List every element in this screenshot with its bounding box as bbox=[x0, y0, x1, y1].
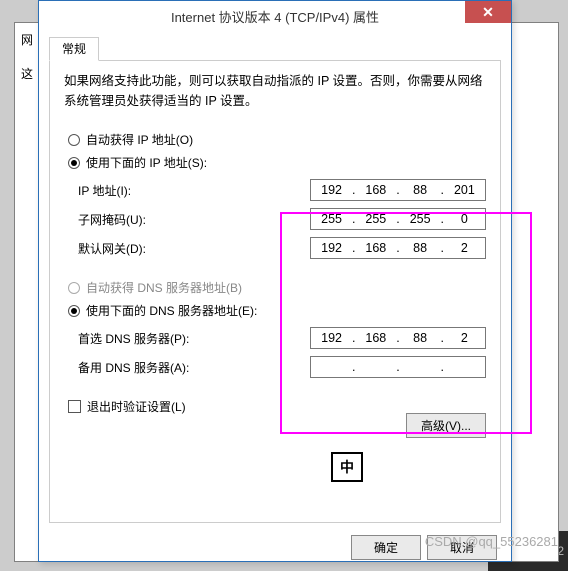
radio-manual-ip[interactable] bbox=[68, 157, 80, 169]
dns-radio-group: 自动获得 DNS 服务器地址(B) 使用下面的 DNS 服务器地址(E): bbox=[68, 279, 486, 319]
ip-seg[interactable]: 192 bbox=[315, 331, 349, 345]
ime-indicator[interactable]: 中 bbox=[331, 452, 363, 482]
ip-seg[interactable]: 0 bbox=[447, 212, 481, 226]
radio-auto-dns-label: 自动获得 DNS 服务器地址(B) bbox=[86, 279, 242, 296]
alternate-dns-input[interactable]: . . . bbox=[310, 356, 486, 378]
preferred-dns-label: 首选 DNS 服务器(P): bbox=[78, 330, 310, 347]
description-text: 如果网络支持此功能，则可以获取自动指派的 IP 设置。否则，你需要从网络系统管理… bbox=[64, 71, 486, 111]
radio-auto-ip-row[interactable]: 自动获得 IP 地址(O) bbox=[68, 131, 486, 148]
parent-text-marker: 这 bbox=[21, 65, 33, 82]
validate-checkbox[interactable] bbox=[68, 400, 81, 413]
ok-button[interactable]: 确定 bbox=[351, 535, 421, 560]
ip-seg[interactable]: 168 bbox=[359, 183, 393, 197]
gateway-label: 默认网关(D): bbox=[78, 240, 310, 257]
radio-auto-ip-label: 自动获得 IP 地址(O) bbox=[86, 131, 193, 148]
close-button[interactable]: ✕ bbox=[465, 1, 511, 23]
preferred-dns-input[interactable]: 192. 168. 88. 2 bbox=[310, 327, 486, 349]
radio-manual-ip-label: 使用下面的 IP 地址(S): bbox=[86, 154, 207, 171]
radio-manual-dns-row[interactable]: 使用下面的 DNS 服务器地址(E): bbox=[68, 302, 486, 319]
dialog-content: 常规 如果网络支持此功能，则可以获取自动指派的 IP 设置。否则，你需要从网络系… bbox=[39, 31, 511, 531]
ip-seg[interactable]: 88 bbox=[403, 241, 437, 255]
ip-radio-group: 自动获得 IP 地址(O) 使用下面的 IP 地址(S): bbox=[68, 131, 486, 171]
close-icon: ✕ bbox=[482, 4, 494, 21]
subnet-mask-label: 子网掩码(U): bbox=[78, 211, 310, 228]
ip-address-input[interactable]: 192. 168. 88. 201 bbox=[310, 179, 486, 201]
radio-auto-ip[interactable] bbox=[68, 134, 80, 146]
advanced-button[interactable]: 高级(V)... bbox=[406, 413, 486, 438]
ip-seg[interactable]: 255 bbox=[359, 212, 393, 226]
radio-auto-dns-row: 自动获得 DNS 服务器地址(B) bbox=[68, 279, 486, 296]
alternate-dns-label: 备用 DNS 服务器(A): bbox=[78, 359, 310, 376]
ip-seg[interactable]: 201 bbox=[447, 183, 481, 197]
validate-checkbox-label: 退出时验证设置(L) bbox=[87, 398, 186, 415]
ip-seg[interactable]: 255 bbox=[315, 212, 349, 226]
dns-fields: 首选 DNS 服务器(P): 192. 168. 88. 2 备用 DNS 服务… bbox=[78, 325, 486, 380]
ip-seg[interactable]: 255 bbox=[403, 212, 437, 226]
subnet-mask-input[interactable]: 255. 255. 255. 0 bbox=[310, 208, 486, 230]
radio-manual-dns-label: 使用下面的 DNS 服务器地址(E): bbox=[86, 302, 257, 319]
ip-seg[interactable]: 168 bbox=[359, 331, 393, 345]
ip-seg[interactable]: 168 bbox=[359, 241, 393, 255]
ip-seg[interactable]: 192 bbox=[315, 241, 349, 255]
titlebar-text: Internet 协议版本 4 (TCP/IPv4) 属性 bbox=[171, 7, 379, 26]
ipv4-properties-dialog: Internet 协议版本 4 (TCP/IPv4) 属性 ✕ 常规 如果网络支… bbox=[38, 0, 512, 562]
ip-seg[interactable]: 2 bbox=[447, 331, 481, 345]
watermark-text: CSDN @qq_55236281 bbox=[425, 534, 558, 549]
ip-seg[interactable]: 192 bbox=[315, 183, 349, 197]
general-panel: 如果网络支持此功能，则可以获取自动指派的 IP 设置。否则，你需要从网络系统管理… bbox=[49, 61, 501, 523]
titlebar: Internet 协议版本 4 (TCP/IPv4) 属性 ✕ bbox=[39, 1, 511, 31]
radio-auto-dns bbox=[68, 282, 80, 294]
radio-manual-dns[interactable] bbox=[68, 305, 80, 317]
ip-seg[interactable]: 2 bbox=[447, 241, 481, 255]
parent-tab-marker: 网 bbox=[21, 31, 33, 48]
ip-seg[interactable]: 88 bbox=[403, 331, 437, 345]
ip-address-label: IP 地址(I): bbox=[78, 182, 310, 199]
ip-seg[interactable]: 88 bbox=[403, 183, 437, 197]
tab-strip: 常规 bbox=[49, 37, 501, 61]
ip-fields: IP 地址(I): 192. 168. 88. 201 子网掩码(U): 255… bbox=[78, 177, 486, 261]
radio-manual-ip-row[interactable]: 使用下面的 IP 地址(S): bbox=[68, 154, 486, 171]
tab-general[interactable]: 常规 bbox=[49, 37, 99, 61]
gateway-input[interactable]: 192. 168. 88. 2 bbox=[310, 237, 486, 259]
